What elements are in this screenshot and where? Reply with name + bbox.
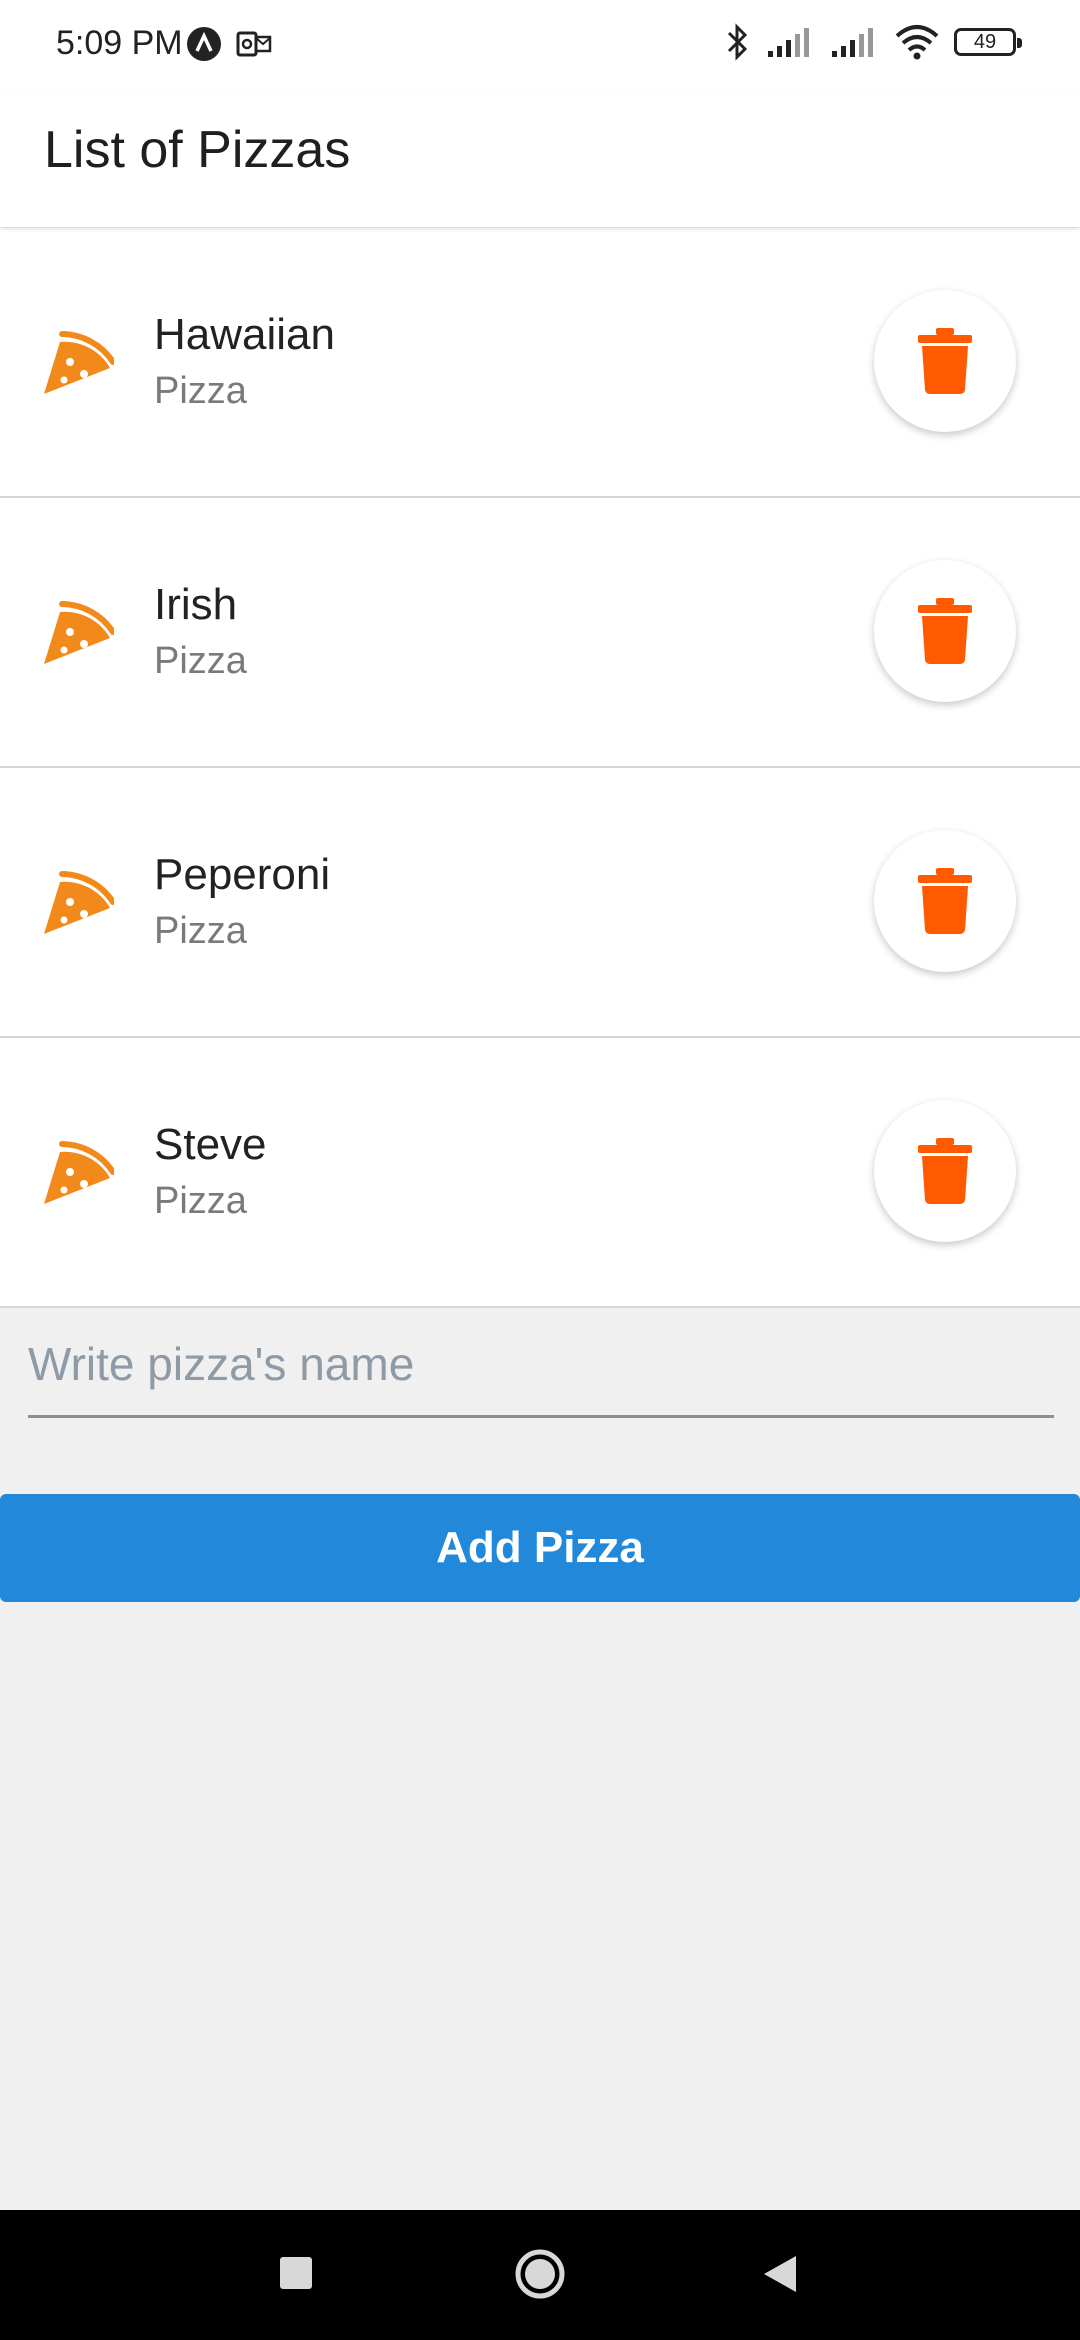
list-item[interactable]: Peperoni Pizza [0,768,1080,1038]
home-icon[interactable] [514,2248,566,2300]
add-pizza-button[interactable]: Add Pizza [0,1494,1080,1602]
pizza-icon [44,331,114,394]
status-time: 5:09 PM [56,24,183,62]
app-bar: List of Pizzas [0,92,1080,227]
pizza-name: Peperoni [154,850,331,899]
pizza-name-input[interactable] [28,1312,1054,1418]
list-item[interactable]: Hawaiian Pizza [0,228,1080,498]
page-title: List of Pizzas [44,121,351,179]
app-notification-icon [187,27,221,61]
pizza-name: Hawaiian [154,310,335,359]
pizza-icon [44,601,114,664]
signal-icon [832,28,873,57]
pizza-name-input-container [28,1312,1054,1422]
delete-button[interactable] [874,290,1016,432]
list-item[interactable]: Steve Pizza [0,1038,1080,1308]
delete-button[interactable] [874,1100,1016,1242]
trash-icon [918,598,972,664]
pizza-list-screen: 5:09 PM 49 List of Pizzas Hawaiian Pizza… [0,0,1080,2340]
pizza-subtitle: Pizza [154,1180,247,1222]
pizza-name: Steve [154,1120,267,1169]
back-icon[interactable] [762,2254,798,2294]
trash-icon [918,328,972,394]
signal-icon [768,28,809,57]
delete-button[interactable] [874,560,1016,702]
pizza-subtitle: Pizza [154,640,247,682]
pizza-subtitle: Pizza [154,910,247,952]
outlook-icon [236,31,272,57]
battery-level: 49 [973,30,997,53]
wifi-icon [895,25,939,60]
pizza-subtitle: Pizza [154,370,247,412]
navigation-bar [0,2210,1080,2340]
battery-icon: 49 [954,28,1022,56]
pizza-icon [44,871,114,934]
trash-icon [918,868,972,934]
status-bar: 5:09 PM 49 [0,0,1080,92]
list-item[interactable]: Irish Pizza [0,498,1080,768]
trash-icon [918,1138,972,1204]
delete-button[interactable] [874,830,1016,972]
pizza-name: Irish [154,580,238,629]
recents-icon[interactable] [280,2257,312,2289]
bluetooth-icon [727,23,748,61]
pizza-icon [44,1141,114,1204]
pizza-list: Hawaiian Pizza Irish Pizza Peperoni Pizz… [0,228,1080,1308]
